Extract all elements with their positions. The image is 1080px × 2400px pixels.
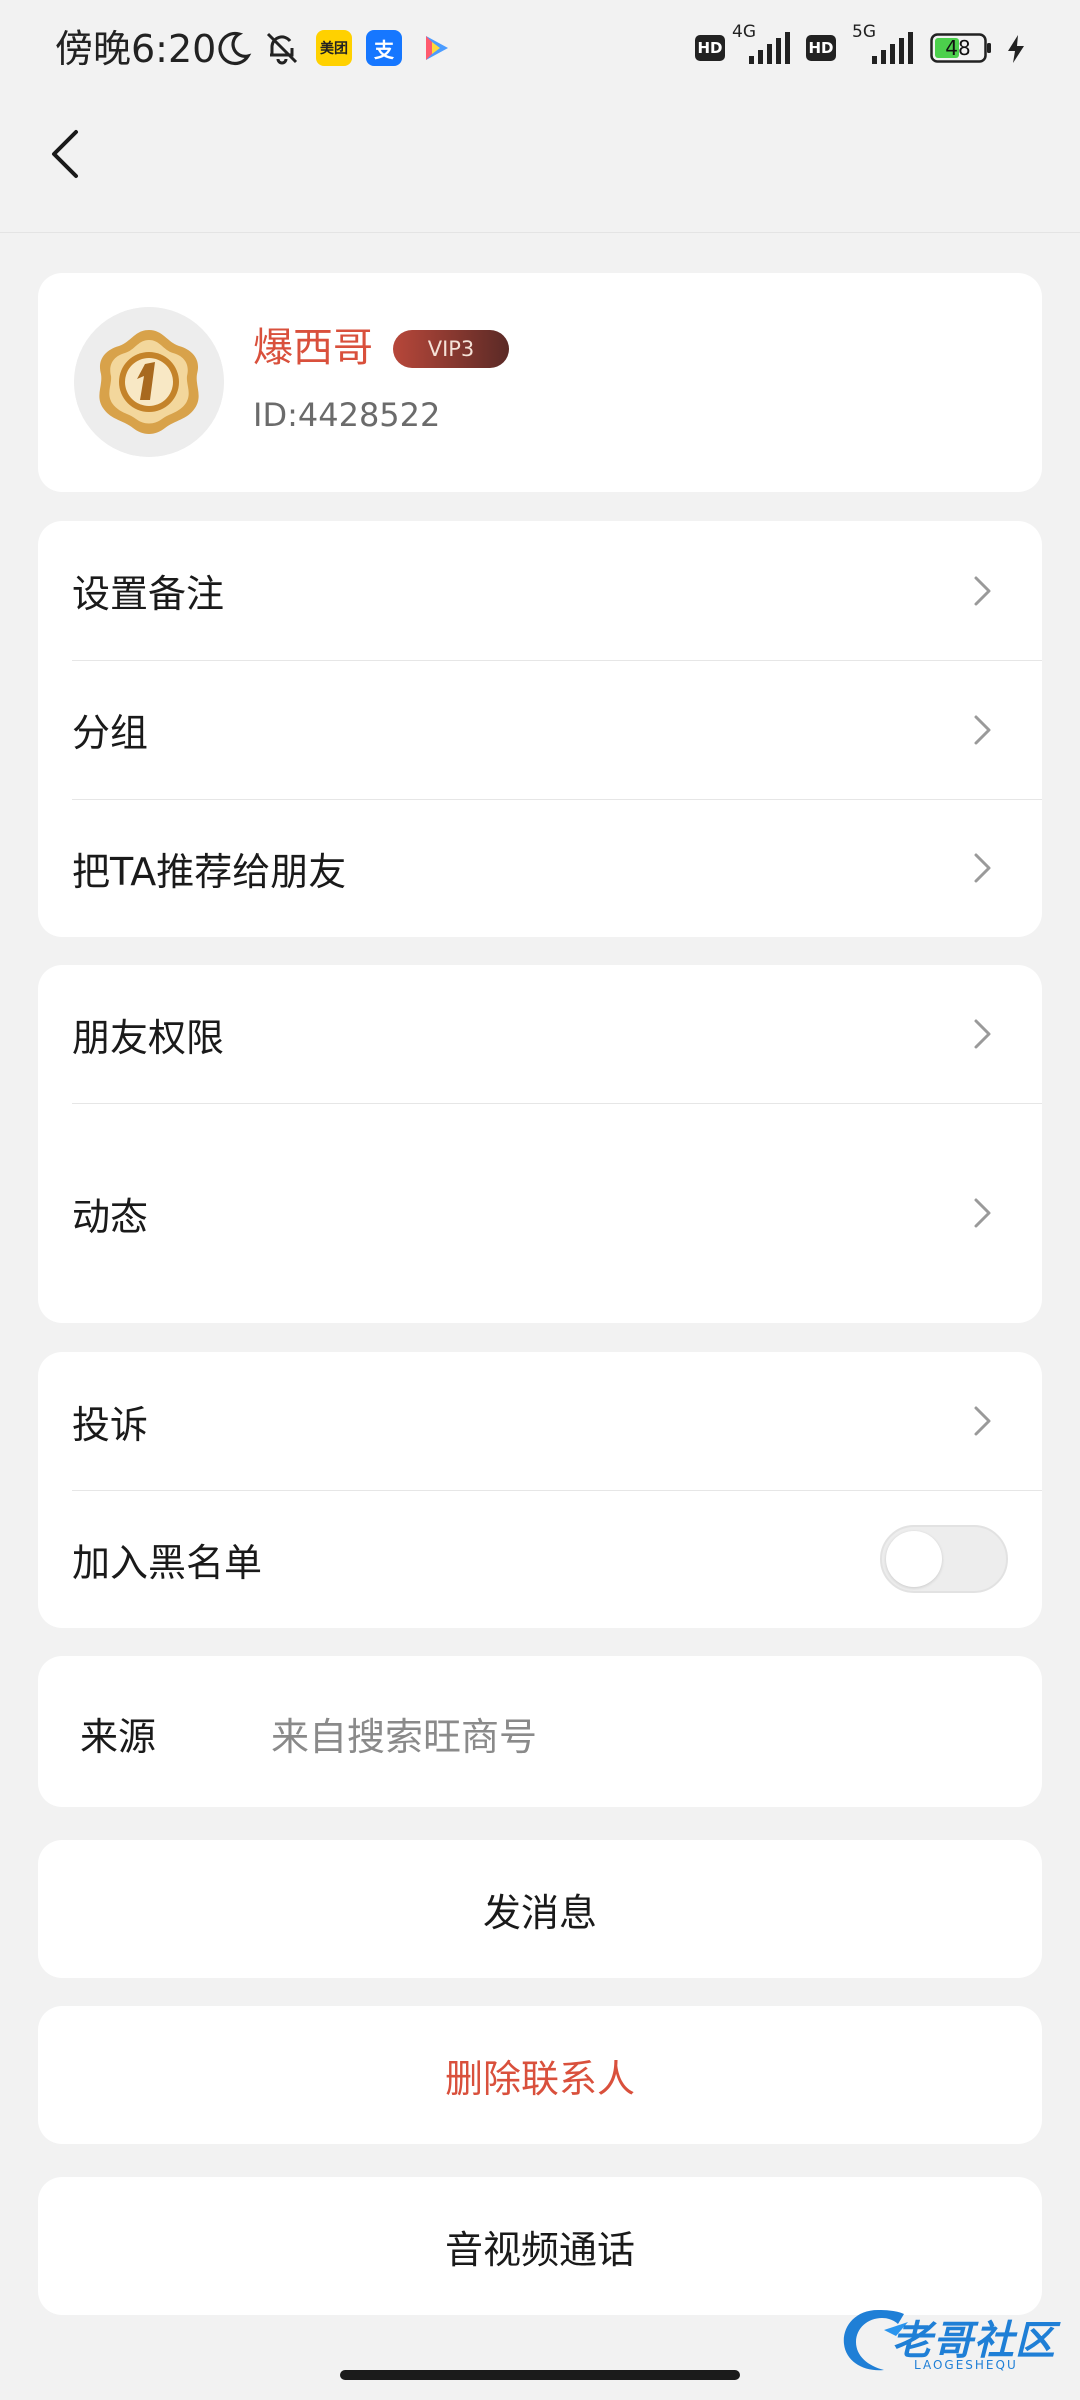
bell-off-icon xyxy=(266,32,298,65)
moments-label: 动态 xyxy=(72,1194,149,1239)
play-icon xyxy=(426,36,448,60)
alipay-icon: 支 xyxy=(366,30,402,66)
settings-group-3: 投诉 加入黑名单 xyxy=(38,1352,1042,1628)
watermark-subtext: LAOGESHEQU xyxy=(914,2358,1018,2372)
set-remark-row[interactable]: 设置备注 xyxy=(72,521,1008,660)
status-bar: 傍晚6:20 美团 支 HD 4G HD 5G 48 xyxy=(0,0,1080,96)
hd-badge-2: HD xyxy=(806,35,836,61)
profile-name: 爆西哥 xyxy=(253,325,373,371)
delete-contact-label: 删除联系人 xyxy=(444,2056,635,2101)
chevron-right-icon xyxy=(974,1198,991,1228)
av-call-button[interactable]: 音视频通话 xyxy=(38,2177,1042,2315)
blacklist-row: 加入黑名单 xyxy=(72,1490,1008,1628)
chevron-right-icon xyxy=(974,715,991,744)
recommend-label: 把TA推荐给朋友 xyxy=(72,849,347,894)
moon-icon xyxy=(218,31,252,66)
meituan-icon: 美团 xyxy=(316,30,352,66)
back-button[interactable] xyxy=(40,122,96,186)
header xyxy=(0,96,1080,233)
settings-group-1: 设置备注 分组 把TA推荐给朋友 xyxy=(38,521,1042,937)
settings-group-2: 朋友权限 动态 xyxy=(38,965,1042,1323)
medal-icon xyxy=(74,307,224,457)
home-indicator[interactable] xyxy=(340,2370,740,2380)
set-remark-label: 设置备注 xyxy=(72,572,225,616)
avatar[interactable] xyxy=(74,307,224,457)
signal-icon xyxy=(749,32,790,64)
delete-contact-button[interactable]: 删除联系人 xyxy=(38,2006,1042,2144)
toggle-knob xyxy=(886,1531,942,1587)
complaint-row[interactable]: 投诉 xyxy=(72,1352,1008,1490)
battery-icon: 48 xyxy=(930,33,992,63)
chevron-right-icon xyxy=(974,1019,991,1049)
recommend-row[interactable]: 把TA推荐给朋友 xyxy=(72,799,1008,937)
group-label: 分组 xyxy=(72,711,149,755)
friend-permission-label: 朋友权限 xyxy=(72,1015,225,1060)
source-card: 来源 来自搜索旺商号 xyxy=(38,1656,1042,1807)
blacklist-label: 加入黑名单 xyxy=(72,1540,263,1585)
watermark-logo: 老哥社区 LAOGESHEQU xyxy=(838,2300,1074,2380)
profile-id: ID:4428522 xyxy=(253,396,441,434)
profile-card[interactable]: 爆西哥 VIP3 ID:4428522 xyxy=(38,273,1042,492)
blacklist-toggle[interactable] xyxy=(880,1525,1008,1593)
friend-permission-row[interactable]: 朋友权限 xyxy=(72,965,1008,1103)
send-message-button[interactable]: 发消息 xyxy=(38,1840,1042,1978)
source-label: 来源 xyxy=(80,1715,157,1759)
complaint-label: 投诉 xyxy=(72,1402,149,1447)
av-call-label: 音视频通话 xyxy=(444,2227,635,2272)
hd-badge-1: HD xyxy=(695,35,725,61)
vip-badge: VIP3 xyxy=(393,330,509,368)
chevron-right-icon xyxy=(974,576,991,605)
send-message-label: 发消息 xyxy=(482,1890,597,1935)
moments-row[interactable]: 动态 xyxy=(72,1103,1008,1323)
chevron-right-icon xyxy=(974,1406,991,1436)
group-row[interactable]: 分组 xyxy=(72,660,1008,799)
chevron-right-icon xyxy=(974,853,991,883)
signal-icon xyxy=(872,32,913,64)
status-time: 傍晚6:20 xyxy=(55,27,217,71)
source-value: 来自搜索旺商号 xyxy=(271,1715,538,1759)
charging-icon xyxy=(1008,35,1024,63)
chevron-left-icon xyxy=(52,130,78,178)
